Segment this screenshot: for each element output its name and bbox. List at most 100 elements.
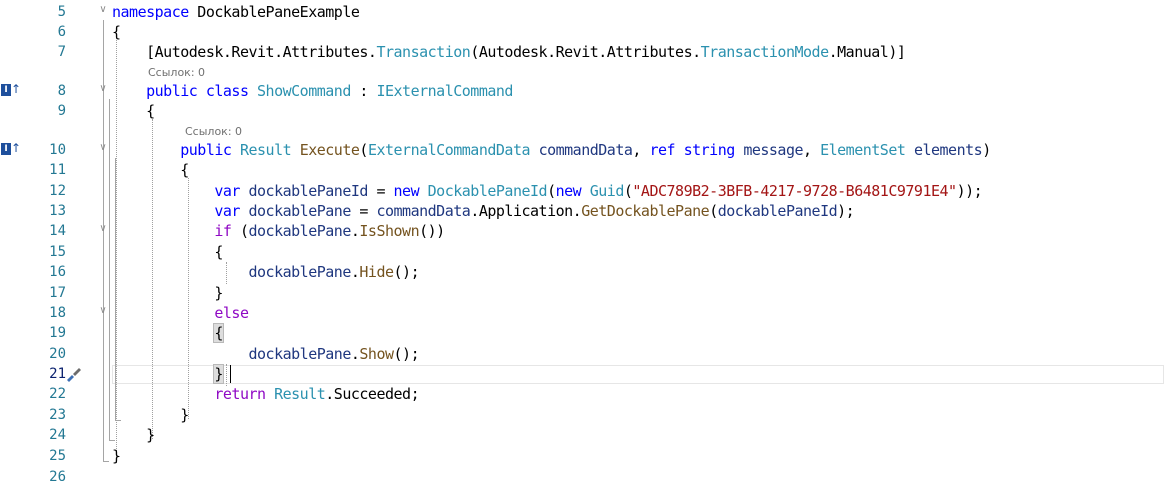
- code-token: TransactionMode: [700, 43, 829, 61]
- fold-chevron-icon[interactable]: ∨: [97, 142, 109, 154]
- code-line[interactable]: I ↑ 10 ∨ public Result Execute(ExternalComm…: [0, 140, 1164, 160]
- code-line[interactable]: 22 return Result.Succeeded;: [0, 384, 1164, 404]
- implements-interface-icon[interactable]: I ↑: [0, 82, 22, 98]
- code-token: ));: [956, 182, 983, 200]
- code-text[interactable]: dockablePane.Hide();: [112, 262, 420, 282]
- code-line[interactable]: I ↑ 8 ∨ public class ShowCommand : IExterna…: [0, 81, 1164, 101]
- text-caret: [230, 365, 231, 383]
- code-token: {: [112, 23, 121, 41]
- code-line[interactable]: 13 var dockablePane = commandData.Applic…: [0, 201, 1164, 221]
- code-line[interactable]: 9 {: [0, 101, 1164, 121]
- code-text[interactable]: {: [112, 323, 224, 343]
- code-token: Result: [274, 385, 326, 403]
- code-token: DockablePaneExample: [188, 3, 360, 21]
- code-line[interactable]: 6{: [0, 22, 1164, 42]
- code-line[interactable]: 24 }: [0, 425, 1164, 445]
- code-token: dockablePane: [248, 222, 352, 240]
- line-number: 15: [49, 244, 66, 260]
- quick-actions-brush-icon[interactable]: [64, 365, 82, 383]
- code-line[interactable]: 12 var dockablePaneId = new DockablePane…: [0, 181, 1164, 201]
- code-text[interactable]: {: [112, 160, 189, 180]
- code-text[interactable]: {: [112, 22, 121, 42]
- code-token: =: [367, 182, 394, 200]
- code-text[interactable]: dockablePane.Show();: [112, 344, 420, 364]
- info-icon-box: I: [1, 143, 11, 155]
- code-token: dockablePane: [248, 263, 352, 281]
- code-text[interactable]: return Result.Succeeded;: [112, 384, 419, 404]
- code-line[interactable]: 5 ∨ namespace DockablePaneExample: [0, 2, 1164, 22]
- fold-chevron-icon[interactable]: ∨: [97, 305, 109, 317]
- code-line[interactable]: 15 {: [0, 242, 1164, 262]
- code-token: Result: [239, 141, 292, 159]
- code-line[interactable]: 23 }: [0, 405, 1164, 425]
- code-line[interactable]: 26: [0, 467, 1164, 487]
- code-text[interactable]: var dockablePane = commandData.Applicati…: [112, 201, 854, 221]
- code-line[interactable]: 19 {: [0, 323, 1164, 343]
- code-text[interactable]: {: [112, 101, 155, 121]
- code-line[interactable]: 16 dockablePane.Hide();: [0, 262, 1164, 282]
- matched-brace: }: [213, 364, 224, 384]
- implements-interface-icon[interactable]: I ↑: [0, 141, 22, 157]
- code-token: Show: [359, 345, 394, 363]
- code-line[interactable]: 14 ∨ if (dockablePane.IsShown()): [0, 221, 1164, 241]
- code-token: message: [743, 141, 804, 159]
- fold-chevron-icon[interactable]: ∨: [97, 83, 109, 95]
- up-arrow-icon: ↑: [11, 141, 22, 155]
- code-token: ();: [393, 345, 420, 363]
- code-text[interactable]: [Autodesk.Revit.Attributes.Transaction(A…: [112, 42, 906, 62]
- code-line[interactable]: 20 dockablePane.Show();: [0, 344, 1164, 364]
- line-number: 23: [49, 407, 66, 423]
- code-text[interactable]: if (dockablePane.IsShown()): [112, 221, 445, 241]
- line-number: 11: [49, 162, 66, 178]
- code-line[interactable]: 25}: [0, 446, 1164, 466]
- code-token: [Autodesk.Revit.Attributes.: [112, 43, 377, 61]
- code-token: Hide: [359, 263, 394, 281]
- codelens-references[interactable]: Ссылок: 0: [185, 125, 242, 139]
- code-line[interactable]: 18 ∨ else: [0, 303, 1164, 323]
- code-text[interactable]: else: [112, 303, 249, 323]
- fold-chevron-icon[interactable]: ∨: [97, 4, 109, 16]
- code-token: class: [205, 82, 249, 100]
- code-text[interactable]: }: [112, 446, 121, 466]
- line-number: 25: [49, 448, 66, 464]
- code-token: return: [214, 385, 266, 403]
- code-token: ): [982, 141, 991, 159]
- code-line[interactable]: 17 }: [0, 283, 1164, 303]
- code-text[interactable]: }: [112, 364, 224, 384]
- code-editor[interactable]: Ссылок: 0 Ссылок: 0 5 ∨ namespace DockablePa…: [0, 0, 1164, 497]
- code-token: ,: [632, 141, 650, 159]
- code-token: (: [359, 141, 368, 159]
- code-token: dockablePaneId: [248, 182, 369, 200]
- code-token: (Autodesk.Revit.Attributes.: [470, 43, 701, 61]
- code-text[interactable]: {: [112, 242, 223, 262]
- code-token: (: [709, 202, 718, 220]
- code-line[interactable]: 7 [Autodesk.Revit.Attributes.Transaction…: [0, 42, 1164, 62]
- code-text[interactable]: namespace DockablePaneExample: [112, 2, 360, 22]
- code-text[interactable]: public class ShowCommand : IExternalComm…: [112, 81, 513, 101]
- code-text[interactable]: }: [112, 283, 223, 303]
- code-text[interactable]: }: [112, 405, 189, 425]
- code-line[interactable]: 21 }: [0, 364, 1164, 384]
- code-line[interactable]: 11 {: [0, 160, 1164, 180]
- fold-chevron-icon[interactable]: ∨: [97, 223, 109, 235]
- code-text[interactable]: }: [112, 425, 155, 445]
- code-text[interactable]: public Result Execute(ExternalCommandDat…: [112, 140, 991, 160]
- line-number: 24: [49, 427, 66, 443]
- code-token: ShowCommand: [257, 82, 351, 100]
- line-number: 18: [49, 305, 66, 321]
- codelens-references[interactable]: Ссылок: 0: [148, 66, 205, 80]
- code-token: {: [112, 243, 223, 261]
- code-token: {: [112, 161, 189, 179]
- code-token: Transaction: [376, 43, 471, 61]
- code-token: namespace: [112, 3, 189, 21]
- code-text[interactable]: var dockablePaneId = new DockablePaneId(…: [112, 181, 982, 201]
- line-number: 22: [49, 386, 66, 402]
- code-token: Guid: [589, 182, 625, 200]
